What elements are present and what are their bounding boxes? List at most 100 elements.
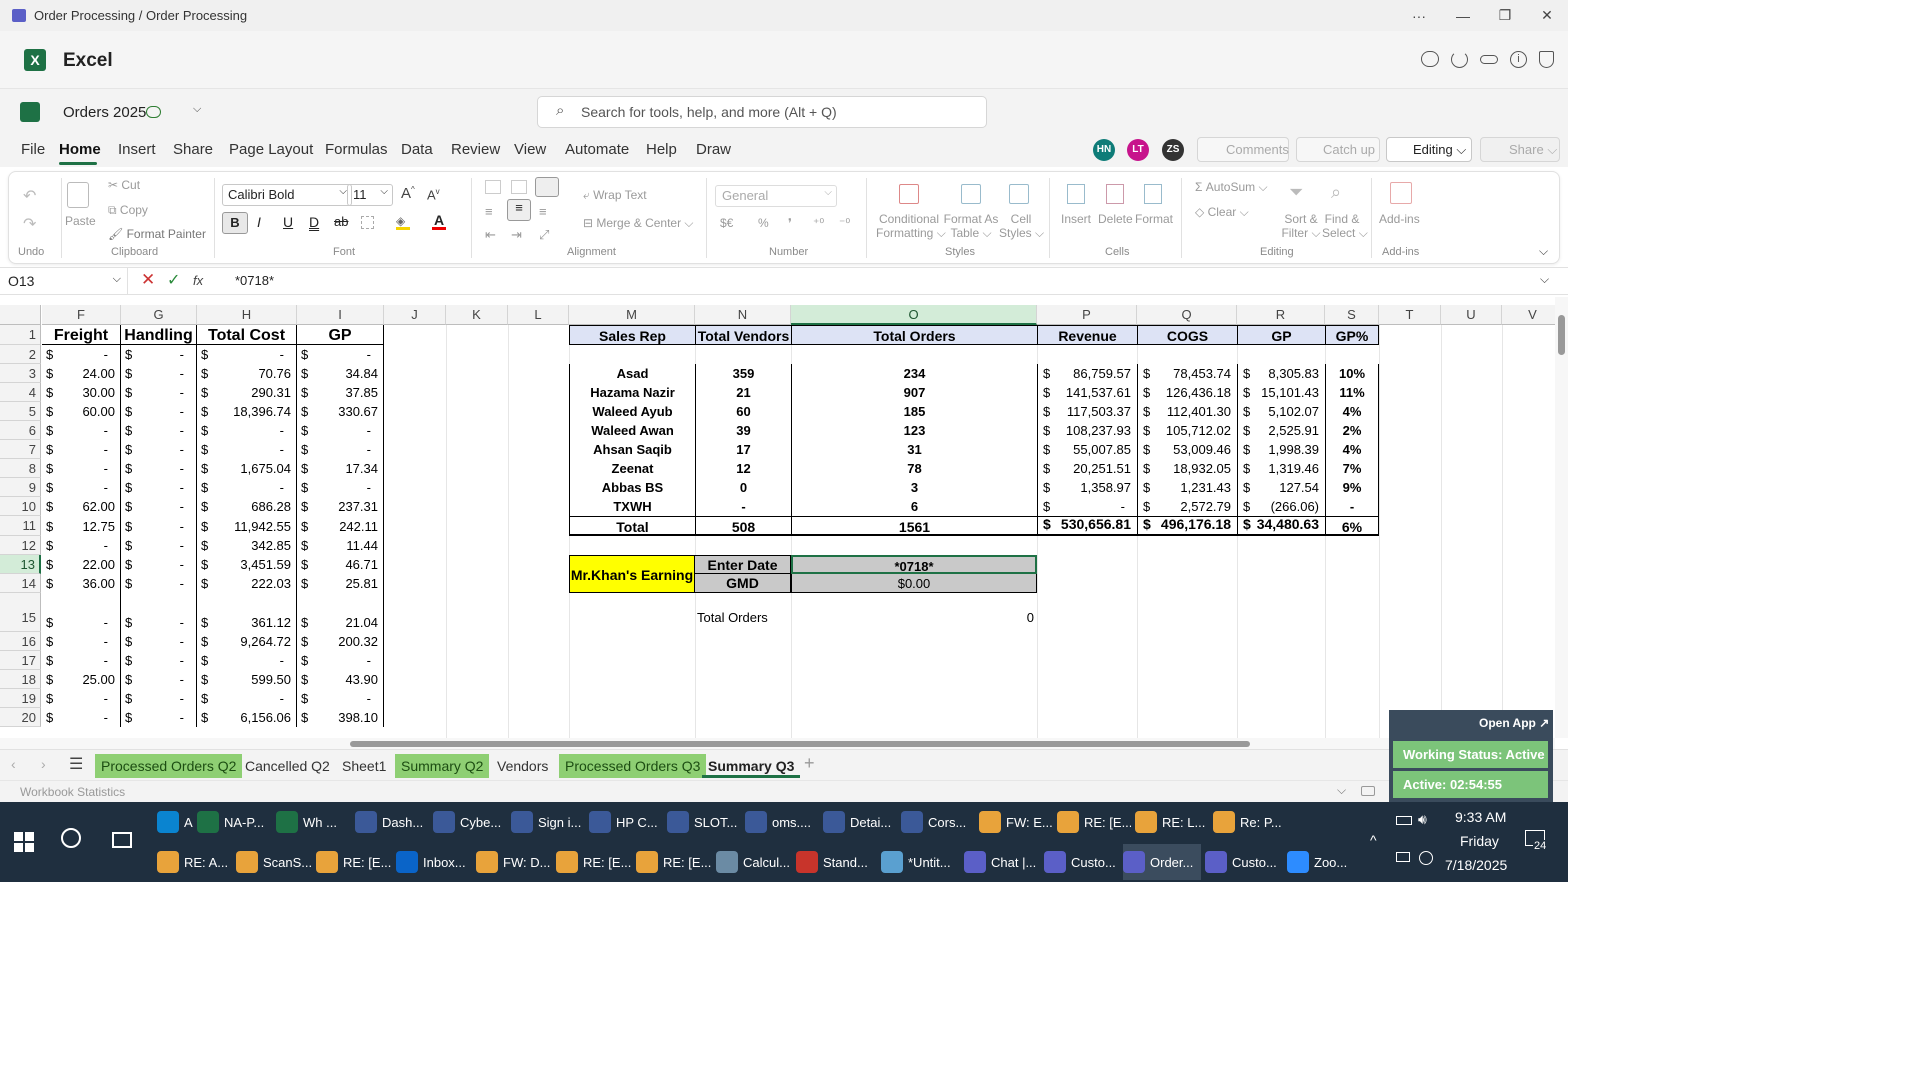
add-sheet-icon[interactable]: + [804,753,815,774]
currency-cell[interactable]: $ - [42,632,121,651]
column-header[interactable]: J [384,305,446,325]
confirm-edit-icon[interactable]: ✓ [167,270,180,290]
currency-cell[interactable]: $ - [121,536,197,555]
summary-cell[interactable]: Total [569,516,695,536]
formula-expand-chevron-icon[interactable]: ⌵ [1540,272,1549,287]
currency-cell[interactable]: $342.85 [197,536,297,555]
currency-cell[interactable]: $ - [121,555,197,574]
currency-cell[interactable]: $37.85 [297,383,384,402]
clear-button[interactable]: ◇ Clear ⌵ [1195,205,1249,220]
row-header[interactable]: 12 [0,536,41,555]
summary-cell[interactable]: Waleed Awan [569,421,695,440]
tab-help[interactable]: Help [646,141,677,158]
row-header[interactable]: 14 [0,574,41,593]
row-header[interactable]: 8 [0,459,41,478]
keyboard-icon[interactable] [1361,786,1375,796]
editing-mode-button[interactable]: Editing ⌵ [1386,137,1472,162]
sheet-tab-active[interactable]: Summary Q3 [702,754,801,778]
tab-formulas[interactable]: Formulas [325,141,388,158]
clock-icon[interactable] [1419,851,1433,865]
summary-money-cell[interactable]: $78,453.74 [1137,364,1237,383]
taskbar-app-button[interactable]: Inbox... [396,844,472,880]
network-icon[interactable] [1396,852,1410,862]
summary-cell[interactable]: 0 [695,478,791,497]
tray-chevron-icon[interactable]: ^ [1370,832,1377,848]
autosum-button[interactable]: Σ AutoSum ⌵ [1195,180,1268,195]
currency-cell[interactable]: $18,396.74 [197,402,297,421]
currency-cell[interactable]: $ - [121,364,197,383]
summary-money-cell[interactable]: $496,176.18 [1137,516,1237,536]
tab-home[interactable]: Home [59,141,101,158]
taskbar-app-button[interactable]: Order... [1123,844,1201,880]
currency-cell[interactable]: $ - [297,345,384,364]
summary-cell[interactable]: TXWH [569,497,695,516]
currency-cell[interactable]: $ - [42,421,121,440]
format-cells-button[interactable]: Format [1135,212,1173,226]
currency-cell[interactable]: $ - [121,402,197,421]
avatar[interactable]: LT [1127,139,1149,161]
row-header[interactable]: 5 [0,402,41,421]
align-left-icon[interactable]: ≡ [485,204,493,219]
currency-cell[interactable]: $9,264.72 [197,632,297,651]
row-header[interactable]: 17 [0,651,41,670]
column-title[interactable]: Total Cost [197,325,297,345]
currency-cell[interactable]: $ - [297,651,384,670]
currency-cell[interactable]: $ - [197,421,297,440]
summary-cell[interactable]: 39 [695,421,791,440]
enter-date-label[interactable]: Enter Date [695,555,791,574]
row-header[interactable]: 1 [0,325,41,345]
column-header[interactable]: T [1379,305,1441,325]
tab-data[interactable]: Data [401,141,433,158]
summary-cell[interactable]: 9% [1325,478,1379,497]
currency-cell[interactable]: $686.28 [197,497,297,516]
taskbar-app-button[interactable]: RE: A... [157,844,232,880]
summary-cell[interactable]: 359 [695,364,791,383]
currency-cell[interactable]: $25.00 [42,670,121,689]
summary-cell[interactable]: 508 [695,516,791,536]
horizontal-scroll-thumb[interactable] [350,741,1250,747]
currency-cell[interactable]: $43.90 [297,670,384,689]
vertical-scroll-thumb[interactable] [1558,315,1565,355]
summary-cell[interactable]: 2% [1325,421,1379,440]
currency-cell[interactable]: $398.10 [297,708,384,727]
sheet-tab[interactable]: Vendors [491,754,554,778]
tab-insert[interactable]: Insert [118,141,156,158]
currency-cell[interactable]: $ - [121,689,197,708]
currency-cell[interactable]: $ - [121,345,197,364]
column-header[interactable]: L [508,305,569,325]
open-app-button[interactable]: Open App ↗ [1479,716,1549,730]
horizontal-scrollbar[interactable] [0,738,1555,749]
summary-header[interactable]: Revenue [1037,325,1137,345]
row-header[interactable]: 6 [0,421,41,440]
catchup-button[interactable]: Catch up [1296,137,1380,162]
row-header[interactable]: 2 [0,345,41,364]
row-header[interactable]: 7 [0,440,41,459]
align-middle-icon[interactable] [511,180,527,194]
column-header[interactable]: M [569,305,695,325]
taskbar-app-button[interactable]: Chat |... [964,844,1040,880]
total-orders-value[interactable]: 0 [791,593,1034,632]
summary-cell[interactable]: 907 [791,383,1037,402]
currency-cell[interactable]: $11.44 [297,536,384,555]
summary-cell[interactable]: Ahsan Saqib [569,440,695,459]
close-button[interactable]: ✕ [1524,0,1570,31]
currency-cell[interactable]: $ - [121,651,197,670]
taskbar-app-button[interactable]: ScanS... [236,844,312,880]
minimize-button[interactable]: — [1440,0,1486,31]
paste-button[interactable]: Paste [65,214,96,228]
summary-cell[interactable]: 185 [791,402,1037,421]
grow-font-icon[interactable]: A^ [401,185,415,202]
summary-money-cell[interactable]: $2,525.91 [1237,421,1325,440]
insert-cells-button[interactable]: Insert [1061,212,1091,226]
summary-money-cell[interactable]: $ - [1037,497,1137,516]
summary-money-cell[interactable]: $20,251.51 [1037,459,1137,478]
row-header[interactable]: 3 [0,364,41,383]
currency-cell[interactable]: $ - [297,440,384,459]
format-cells-icon[interactable] [1144,184,1162,204]
taskbar-app-button[interactable]: Zoo... [1287,844,1356,880]
summary-cell[interactable]: - [1325,497,1379,516]
cell-styles-icon[interactable] [1009,184,1029,204]
summary-cell[interactable]: 21 [695,383,791,402]
currency-cell[interactable]: $ - [42,440,121,459]
paste-icon[interactable] [67,182,89,208]
